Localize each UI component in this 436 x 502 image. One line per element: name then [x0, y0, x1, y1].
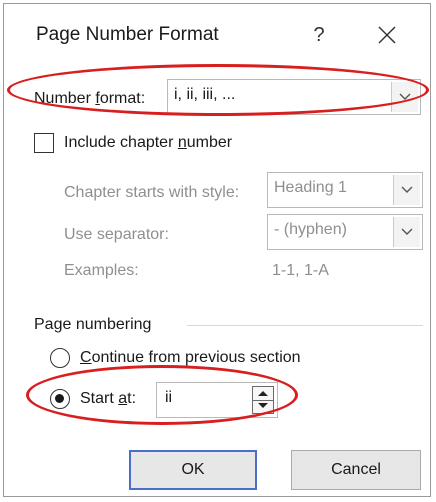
chapter-style-dropdown[interactable]: Heading 1 [267, 172, 423, 208]
help-button[interactable]: ? [304, 20, 334, 50]
continue-previous-radio[interactable] [50, 348, 70, 368]
separator-arrow[interactable] [393, 217, 420, 247]
number-format-dropdown[interactable]: i, ii, iii, ... [167, 79, 421, 115]
screenshot-stage: Page Number Format ? Number format: i, i… [0, 0, 436, 502]
help-icon: ? [313, 24, 325, 46]
number-format-value: i, ii, iii, ... [174, 86, 236, 103]
chevron-down-icon [401, 228, 413, 235]
include-chapter-checkbox[interactable] [34, 133, 54, 153]
close-icon [378, 26, 396, 44]
separator-label: Use separator: [64, 226, 169, 243]
section-divider [187, 325, 423, 326]
spin-up-button[interactable] [253, 387, 273, 401]
examples-label: Examples: [64, 262, 139, 279]
examples-value: 1-1, 1-A [272, 262, 329, 279]
close-button[interactable] [370, 18, 404, 52]
caret-up-icon [258, 391, 268, 396]
chapter-style-value: Heading 1 [274, 179, 347, 196]
dialog-title: Page Number Format [36, 24, 219, 45]
continue-previous-label[interactable]: Continue from previous section [80, 349, 301, 367]
chevron-down-icon [399, 93, 411, 100]
number-format-arrow[interactable] [391, 82, 418, 112]
page-numbering-heading: Page numbering [34, 316, 152, 333]
start-at-spinbox[interactable]: ii [156, 382, 278, 418]
spin-down-button[interactable] [253, 400, 273, 413]
spin-buttons [252, 386, 274, 414]
include-chapter-label[interactable]: Include chapter number [64, 134, 232, 152]
chapter-style-label: Chapter starts with style: [64, 184, 240, 201]
separator-value: - (hyphen) [274, 221, 347, 238]
cancel-button[interactable]: Cancel [291, 450, 421, 490]
chevron-down-icon [401, 186, 413, 193]
chapter-style-arrow[interactable] [393, 175, 420, 205]
start-at-radio[interactable] [50, 389, 70, 409]
start-at-value[interactable]: ii [165, 389, 172, 407]
number-format-label: Number format: [34, 90, 146, 107]
title-bar: Page Number Format ? [4, 4, 430, 64]
caret-down-icon [258, 403, 268, 408]
separator-dropdown[interactable]: - (hyphen) [267, 214, 423, 250]
page-number-format-dialog: Page Number Format ? Number format: i, i… [3, 3, 431, 497]
start-at-label[interactable]: Start at: [80, 390, 136, 408]
ok-button[interactable]: OK [129, 450, 257, 490]
radio-selected-dot [55, 394, 64, 403]
